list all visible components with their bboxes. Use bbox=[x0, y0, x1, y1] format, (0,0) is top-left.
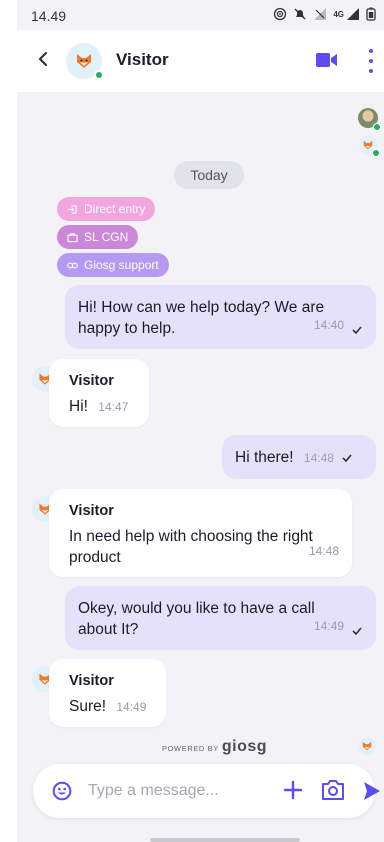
battery-icon bbox=[366, 7, 376, 21]
message-text: Hi! bbox=[69, 398, 88, 415]
tag-label: Direct entry bbox=[84, 202, 146, 216]
agent-avatar[interactable] bbox=[358, 108, 381, 131]
attach-button[interactable] bbox=[283, 780, 303, 800]
online-status-dot bbox=[373, 123, 381, 131]
outgoing-message[interactable]: Okey, would you like to have a call abou… bbox=[65, 586, 376, 650]
link-icon bbox=[67, 262, 78, 268]
message-text: In need help with choosing the right pro… bbox=[69, 528, 313, 566]
tag-direct-entry[interactable]: Direct entry bbox=[57, 197, 156, 221]
sent-check-icon bbox=[352, 326, 362, 334]
participants-list bbox=[358, 108, 381, 157]
message-time: 14:47 bbox=[98, 400, 129, 414]
status-icons: 4G bbox=[273, 7, 376, 21]
outgoing-message[interactable]: Hi there! 14:48 bbox=[222, 435, 376, 479]
emoji-icon bbox=[52, 781, 72, 801]
status-time: 14.49 bbox=[31, 8, 67, 24]
chat-title: Visitor bbox=[116, 50, 169, 69]
hotspot-icon bbox=[274, 7, 287, 21]
message-text: Hi! How can we help today? We are happy … bbox=[78, 299, 325, 337]
message-time: 14:48 bbox=[308, 544, 339, 558]
camera-icon bbox=[322, 780, 344, 800]
message-composer bbox=[33, 764, 380, 818]
more-options-button[interactable] bbox=[367, 49, 375, 73]
tag-giosg-support[interactable]: Giosg support bbox=[57, 253, 169, 277]
fox-icon bbox=[77, 54, 91, 68]
sent-check-icon bbox=[352, 627, 362, 635]
incoming-message[interactable]: Visitor Hi! 14:47 bbox=[49, 359, 149, 427]
message-sender: Visitor bbox=[69, 373, 114, 389]
video-call-button[interactable] bbox=[316, 52, 338, 68]
tag-label: Giosg support bbox=[84, 258, 159, 272]
tag-label: SL CGN bbox=[84, 230, 129, 244]
message-text: Hi there! bbox=[235, 449, 294, 466]
message-sender: Visitor bbox=[69, 503, 114, 519]
powered-by-label: POWERED BY bbox=[162, 744, 219, 753]
no-signal-icon bbox=[314, 8, 327, 20]
powered-by-footer: POWERED BY giosg bbox=[162, 738, 267, 756]
tag-sl-cgn[interactable]: SL CGN bbox=[57, 225, 139, 249]
back-button[interactable] bbox=[37, 51, 53, 71]
message-text: Sure! bbox=[69, 698, 107, 715]
network-type-label: 4G bbox=[333, 9, 344, 19]
send-button[interactable] bbox=[363, 781, 381, 801]
online-status-dot bbox=[372, 149, 380, 157]
incoming-message[interactable]: Visitor In need help with choosing the r… bbox=[49, 489, 352, 577]
app-screen: 14.49 4G Visitor Today Direct entry SL C… bbox=[17, 0, 384, 842]
status-bar: 14.49 4G bbox=[17, 0, 384, 30]
signal-icon bbox=[347, 8, 359, 20]
chevron-left-icon bbox=[38, 51, 48, 67]
message-sender: Visitor bbox=[69, 673, 114, 689]
online-status-dot bbox=[94, 70, 104, 80]
incoming-message[interactable]: Visitor Sure! 14:49 bbox=[49, 659, 166, 727]
plus-icon bbox=[283, 780, 303, 800]
more-dots-icon bbox=[369, 49, 373, 53]
emoji-button[interactable] bbox=[52, 781, 72, 801]
outgoing-message[interactable]: Hi! How can we help today? We are happy … bbox=[65, 285, 376, 349]
date-separator: Today bbox=[174, 161, 244, 189]
visitor-typing-avatar bbox=[358, 737, 376, 755]
visitor-tags: Direct entry SL CGN Giosg support bbox=[57, 197, 169, 277]
message-text: Okey, would you like to have a call abou… bbox=[78, 600, 315, 638]
briefcase-icon bbox=[67, 232, 78, 242]
send-icon bbox=[364, 782, 380, 800]
fox-icon bbox=[362, 741, 372, 751]
chat-header: Visitor bbox=[17, 30, 384, 92]
giosg-logo: giosg bbox=[221, 738, 268, 755]
message-time: 14:48 bbox=[303, 451, 334, 465]
mute-icon bbox=[294, 8, 306, 20]
visitor-avatar[interactable] bbox=[66, 43, 104, 80]
sent-check-icon bbox=[342, 454, 352, 462]
home-indicator bbox=[150, 838, 300, 842]
video-camera-icon bbox=[316, 53, 337, 67]
message-time: 14:40 bbox=[313, 318, 344, 332]
camera-button[interactable] bbox=[321, 779, 345, 801]
message-time: 14:49 bbox=[116, 700, 147, 714]
login-icon bbox=[67, 204, 77, 214]
message-input[interactable] bbox=[88, 776, 238, 806]
message-time: 14:49 bbox=[313, 619, 344, 633]
visitor-participant-avatar[interactable] bbox=[359, 136, 380, 157]
